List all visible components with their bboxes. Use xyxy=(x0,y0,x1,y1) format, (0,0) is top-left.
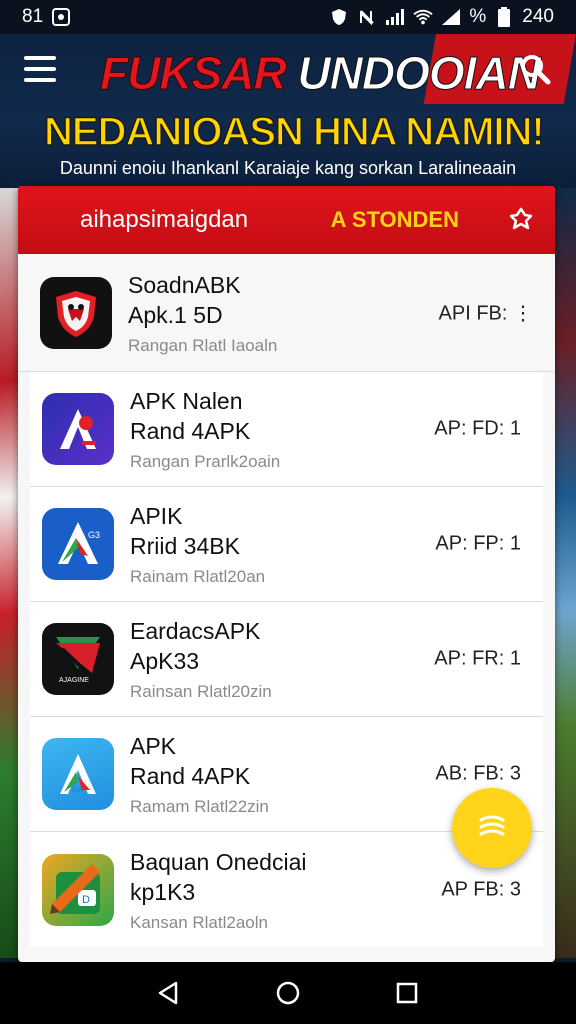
search-icon[interactable] xyxy=(518,52,552,86)
svg-text:AJAGINE: AJAGINE xyxy=(59,677,89,684)
status-left: 81 xyxy=(22,6,71,28)
list-item[interactable]: SoadnABK Apk.1 5D Rangan Rlatl Iaoaln AP… xyxy=(18,254,555,372)
app-subtitle: Rainsan Rlatl20zin xyxy=(130,682,272,701)
status-right: % 240 xyxy=(329,6,554,28)
a-logo-icon: BA xyxy=(42,738,114,810)
status-percent: % xyxy=(469,6,487,27)
notification-icon xyxy=(51,7,71,27)
nfc-icon xyxy=(357,7,377,27)
card-header: aihapsimaigdan A STONDEN xyxy=(18,186,555,254)
app-meta[interactable]: AP FB: 3 xyxy=(441,878,521,901)
status-time-right: 240 xyxy=(522,6,554,27)
a-logo-icon xyxy=(42,393,114,465)
wifi-icon xyxy=(413,7,434,27)
pencil-icon: D xyxy=(42,853,114,926)
menu-icon[interactable] xyxy=(24,56,56,82)
signal-icon xyxy=(385,7,405,27)
svg-text:G3: G3 xyxy=(88,530,100,540)
list-item[interactable]: APK Nalen Rand 4APK Rangan Prarlk2oain A… xyxy=(30,372,543,487)
battery-icon xyxy=(494,7,514,27)
app-subtitle: Rangan Rlatl Iaoaln xyxy=(128,335,278,355)
svg-text:D: D xyxy=(82,894,90,906)
promo-banner: FUKSAR UNDOOIAN NEDANIOASN HNA NAMIN! Da… xyxy=(0,34,576,188)
app-subtitle: Kansan Rlatl2aoln xyxy=(130,912,268,932)
app-meta[interactable]: AB: FB: 3 xyxy=(435,763,521,786)
app-meta[interactable]: AP: FR: 1 xyxy=(434,648,521,671)
back-icon[interactable] xyxy=(154,978,184,1008)
banner-headline: FUKSAR UNDOOIAN xyxy=(100,46,542,100)
system-nav-bar xyxy=(0,962,576,1024)
puzzle-icon[interactable] xyxy=(507,206,535,234)
arrow-logo-icon: AJAGINE xyxy=(42,623,114,695)
svg-text:BA: BA xyxy=(72,785,83,794)
floating-action-button[interactable] xyxy=(452,788,532,868)
status-bar: 81 % 240 xyxy=(0,0,576,34)
app-name-line1: EardacsAPK xyxy=(130,618,261,644)
app-subtitle: Rainam Rlatl20an xyxy=(130,567,266,586)
banner-headline-line2: NEDANIOASN HNA NAMIN! xyxy=(43,109,545,155)
a-logo-icon: G3 xyxy=(42,508,114,580)
shield-icon xyxy=(40,276,112,349)
list-item[interactable]: AJAGINE EardacsAPK ApK33 Rainsan Rlatl20… xyxy=(30,602,543,717)
banner-headline-word1: FUKSAR xyxy=(100,47,288,100)
tab-main[interactable]: aihapsimaigdan xyxy=(80,206,331,234)
app-subtitle: Rangan Prarlk2oain xyxy=(130,452,281,471)
banner-headline-word2: UNDOOIAN xyxy=(297,47,541,100)
app-meta[interactable]: API FB: ⋮ xyxy=(439,300,533,325)
banner-subtitle: Daunni enoiu Ihankanl Karaiaje kang sork… xyxy=(59,158,517,178)
app-meta[interactable]: AP: FP: 1 xyxy=(435,533,521,556)
app-name-line1: APIK xyxy=(130,503,183,529)
app-name-line1: APK xyxy=(130,733,177,759)
list-item[interactable]: G3 APIK Rriid 34BK Rainam Rlatl20an AP: … xyxy=(30,487,543,602)
home-icon[interactable] xyxy=(273,978,303,1008)
signal-2-icon xyxy=(441,7,461,27)
status-time-left: 81 xyxy=(22,6,44,27)
app-name-line1: SoadnABK xyxy=(128,271,241,298)
recents-icon[interactable] xyxy=(392,978,422,1008)
app-name-line1: APK Nalen xyxy=(130,388,243,414)
tab-second[interactable]: A STONDEN xyxy=(331,207,459,233)
shield-status-icon xyxy=(329,7,349,27)
app-meta[interactable]: AP: FD: 1 xyxy=(434,418,521,441)
stack-icon xyxy=(479,815,505,836)
